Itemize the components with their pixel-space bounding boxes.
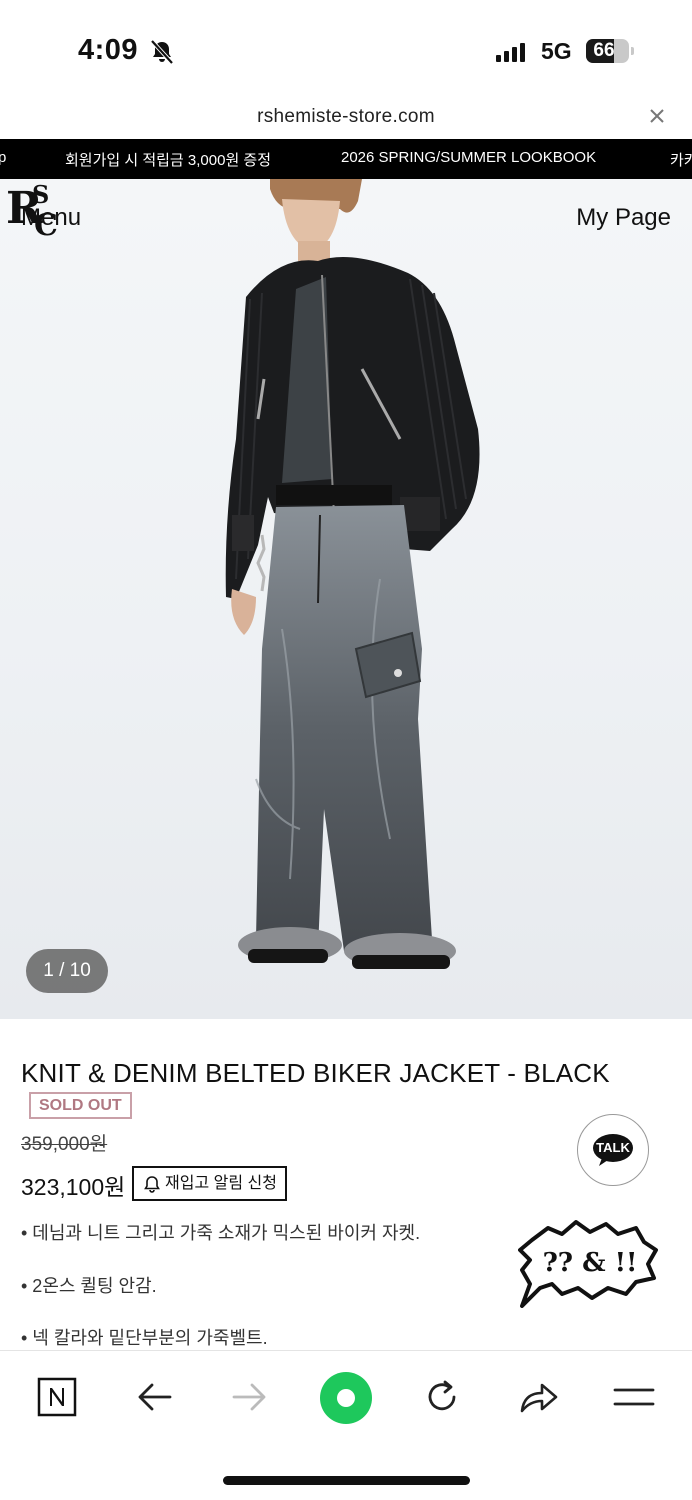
battery-icon: 66: [586, 39, 629, 63]
announcement-ticker[interactable]: p 회원가입 시 적립금 3,000원 증정 2026 SPRING/SUMME…: [0, 139, 692, 179]
image-counter: 1 / 10: [26, 949, 108, 993]
my-page-button[interactable]: My Page: [576, 204, 671, 232]
bell-muted-icon: [150, 39, 174, 65]
browser-url-bar[interactable]: rshemiste-store.com: [0, 100, 692, 138]
svg-text:S: S: [32, 180, 49, 209]
battery-nub: [631, 47, 634, 55]
speech-bubble-button[interactable]: ?? & !!: [518, 1218, 660, 1308]
svg-text:C: C: [34, 208, 58, 237]
battery-level: 66: [593, 40, 615, 61]
status-time: 4:09: [78, 34, 139, 66]
ticker-item[interactable]: p: [0, 149, 6, 166]
share-icon[interactable]: [516, 1375, 560, 1419]
product-title: KNIT & DENIM BELTED BIKER JACKET - BLACK: [21, 1058, 610, 1088]
close-icon[interactable]: [645, 104, 669, 128]
sold-out-badge: SOLD OUT: [29, 1092, 132, 1119]
brand-logo[interactable]: R S C: [0, 179, 68, 237]
green-dot-icon[interactable]: [319, 1371, 373, 1425]
bell-icon: [144, 1175, 160, 1193]
kakao-talk-button[interactable]: TALK: [577, 1114, 649, 1186]
ticker-item-signup[interactable]: 회원가입 시 적립금 3,000원 증정: [65, 149, 271, 170]
url-text[interactable]: rshemiste-store.com: [0, 106, 692, 128]
status-bar: 4:09 5G 66: [0, 0, 692, 100]
signal-icon: [496, 42, 525, 62]
reload-icon[interactable]: [420, 1375, 464, 1419]
product-image-gallery[interactable]: Menu R S C My Page 1 / 10: [0, 179, 692, 1019]
forward-arrow-icon[interactable]: [228, 1375, 272, 1419]
home-indicator[interactable]: [223, 1476, 470, 1485]
product-photo: [225, 179, 480, 969]
description-line: • 데님과 니트 그리고 가죽 소재가 믹스된 바이커 자켓.: [21, 1223, 421, 1243]
hamburger-icon[interactable]: [612, 1375, 656, 1419]
bubble-text: ?? & !!: [542, 1248, 638, 1278]
restock-alert-label: 재입고 알림 신청: [165, 1175, 277, 1192]
ticker-item[interactable]: 카카: [670, 149, 692, 170]
talk-label: TALK: [596, 1140, 630, 1155]
description-line: • 넥 칼라와 밑단부분의 가죽벨트.: [21, 1328, 268, 1348]
sale-price: 323,100원: [21, 1174, 126, 1200]
ticker-item-lookbook[interactable]: 2026 SPRING/SUMMER LOOKBOOK: [341, 149, 596, 166]
restock-alert-button[interactable]: 재입고 알림 신청: [132, 1166, 287, 1201]
network-type: 5G: [541, 38, 572, 64]
naver-icon[interactable]: [35, 1375, 79, 1419]
chat-bubble-icon: TALK: [592, 1133, 634, 1167]
original-price: 359,000원: [21, 1134, 108, 1155]
back-arrow-icon[interactable]: [132, 1375, 176, 1419]
browser-toolbar: [0, 1350, 692, 1450]
description-line: • 2온스 퀼팅 안감.: [21, 1276, 157, 1296]
